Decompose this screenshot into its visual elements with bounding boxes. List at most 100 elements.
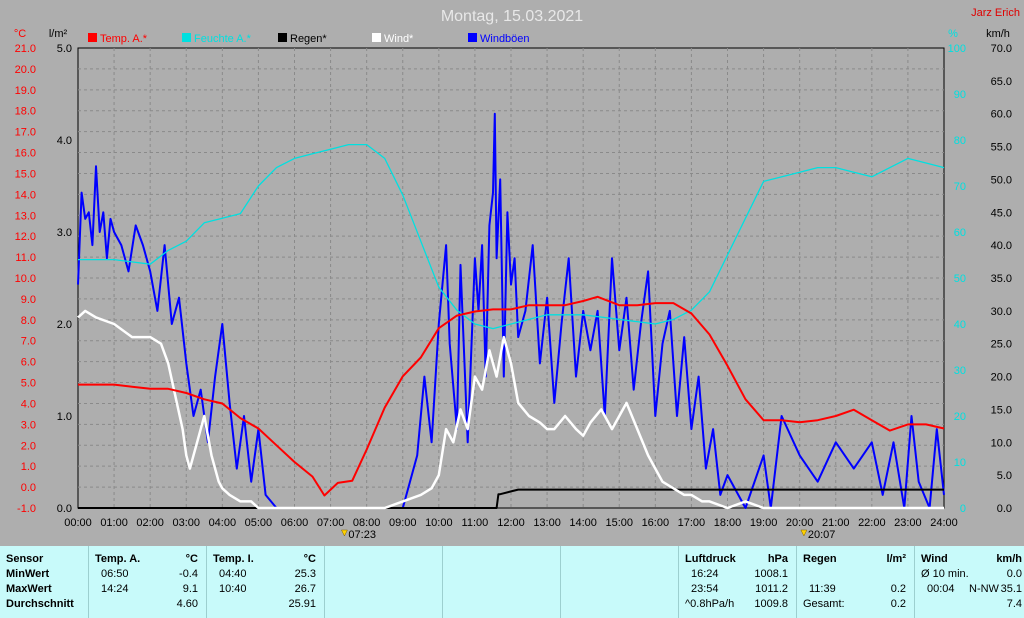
x-tick-label: 15:00 xyxy=(605,517,633,529)
row-label-max: MaxWert xyxy=(6,583,52,595)
wind-tick-label: 25.0 xyxy=(991,339,1012,351)
temp-tick-label: 8.0 xyxy=(21,315,36,327)
temp-i-column: Temp. I. °C 04:40 25.3 10:40 26.7 25.91 xyxy=(206,546,324,618)
wind-header: Wind xyxy=(921,553,948,565)
temp-tick-label: 12.0 xyxy=(15,231,36,243)
temp-tick-label: 10.0 xyxy=(15,273,36,285)
x-tick-label: 04:00 xyxy=(209,517,237,529)
temp-i-unit: °C xyxy=(303,553,316,565)
temp-tick-label: 1.0 xyxy=(21,461,36,473)
temp-tick-label: 2.0 xyxy=(21,440,36,452)
x-tick-label: 13:00 xyxy=(533,517,561,529)
temp-tick-label: 13.0 xyxy=(15,210,36,222)
x-tick-label: 02:00 xyxy=(136,517,164,529)
sun-set-label: 20:07 xyxy=(808,529,836,541)
temp-tick-label: 15.0 xyxy=(15,168,36,180)
x-tick-label: 11:00 xyxy=(462,517,489,529)
temp-a-header: Temp. A. xyxy=(95,553,141,565)
weather-chart: Montag, 15.03.2021 Jarz Erich °C l/m² % … xyxy=(14,7,1020,541)
legend-swatch xyxy=(372,33,381,42)
temp-tick-label: 5.0 xyxy=(21,378,36,390)
wind-tick-label: 40.0 xyxy=(991,240,1012,252)
rain-column: Regen l/m² 11:39 0.2 Gesamt: 0.2 xyxy=(796,546,914,618)
wind-max-direction: N-NW xyxy=(969,583,999,595)
sensor-column: Sensor MinWert MaxWert Durchschnitt xyxy=(0,546,88,618)
rain-tick-label: 1.0 xyxy=(57,411,72,423)
row-label-min: MinWert xyxy=(6,568,50,580)
x-tick-label: 18:00 xyxy=(714,517,742,529)
pressure-min-value: 1008.1 xyxy=(754,568,788,580)
x-tick-label: 19:00 xyxy=(750,517,778,529)
temp-i-min-value: 25.3 xyxy=(294,568,316,580)
wind-tick-label: 35.0 xyxy=(991,273,1012,285)
temp-tick-label: 14.0 xyxy=(15,189,36,201)
pressure-trend: ^0.8hPa/h xyxy=(685,598,735,610)
x-tick-label: 05:00 xyxy=(245,517,273,529)
pressure-min-time: 16:24 xyxy=(691,568,719,580)
temp-tick-label: 9.0 xyxy=(21,294,36,306)
wind-tick-label: 65.0 xyxy=(991,76,1012,88)
pressure-max-value: 1011.2 xyxy=(755,583,788,595)
humidity-tick-label: 0 xyxy=(960,503,966,515)
x-tick-label: 06:00 xyxy=(281,517,309,529)
rain-tick-label: 0.0 xyxy=(57,503,72,515)
humidity-tick-label: 60 xyxy=(954,227,966,239)
temp-i-avg-value: 25.91 xyxy=(288,598,316,610)
humidity-unit-label: % xyxy=(948,28,958,40)
wind-tick-label: 0.0 xyxy=(997,503,1012,515)
temp-i-max-value: 26.7 xyxy=(294,583,316,595)
wind-column: Wind km/h Ø 10 min. 0.0 00:04 N-NW 35.1 … xyxy=(914,546,1024,618)
legend-label: Regen* xyxy=(290,33,327,45)
x-tick-label: 03:00 xyxy=(172,517,200,529)
rain-unit: l/m² xyxy=(886,553,906,565)
rain-tick-label: 3.0 xyxy=(57,227,72,239)
x-tick-label: 00:00 xyxy=(64,517,92,529)
humidity-tick-label: 30 xyxy=(954,365,966,377)
wind-tick-label: 30.0 xyxy=(991,306,1012,318)
pressure-avg-value: 1009.8 xyxy=(754,598,788,610)
temp-tick-label: 20.0 xyxy=(15,64,36,76)
wind-min-value: 0.0 xyxy=(1006,568,1022,580)
wind-tick-label: 70.0 xyxy=(991,43,1012,55)
rain-max-time: 11:39 xyxy=(809,583,836,595)
empty-column-1 xyxy=(324,546,442,618)
humidity-tick-label: 90 xyxy=(954,89,966,101)
pressure-header: Luftdruck xyxy=(685,553,736,565)
x-tick-label: 01:00 xyxy=(100,517,128,529)
legend-swatch xyxy=(468,33,477,42)
x-tick-label: 17:00 xyxy=(678,517,706,529)
legend-label: Windböen xyxy=(480,33,530,45)
wind-avg-label: Ø 10 min. xyxy=(921,568,969,580)
wind-tick-label: 15.0 xyxy=(991,404,1012,416)
temp-i-header: Temp. I. xyxy=(213,553,254,565)
x-tick-label: 08:00 xyxy=(353,517,381,529)
x-tick-label: 20:00 xyxy=(786,517,814,529)
temp-a-unit: °C xyxy=(185,553,198,565)
temp-tick-label: 11.0 xyxy=(15,252,36,264)
x-tick-label: 23:00 xyxy=(894,517,922,529)
sun-set-icon xyxy=(800,529,808,537)
rain-total-label: Gesamt: xyxy=(803,598,845,610)
rain-total-value: 0.2 xyxy=(890,598,906,610)
x-tick-label: 24:00 xyxy=(930,517,958,529)
temp-tick-label: 0.0 xyxy=(21,482,36,494)
rain-header: Regen xyxy=(803,553,837,565)
temp-tick-label: 6.0 xyxy=(21,357,36,369)
temp-tick-label: 16.0 xyxy=(15,148,36,160)
wind-tick-label: 55.0 xyxy=(991,142,1012,154)
legend-label: Feuchte A.* xyxy=(194,33,252,45)
rain-unit-label: l/m² xyxy=(49,28,68,40)
temp-a-max-time: 14:24 xyxy=(101,583,129,595)
wind-tick-label: 45.0 xyxy=(991,207,1012,219)
x-tick-label: 16:00 xyxy=(642,517,670,529)
x-tick-label: 21:00 xyxy=(822,517,850,529)
temp-tick-label: 18.0 xyxy=(15,106,36,118)
temp-a-avg-value: 4.60 xyxy=(176,598,198,610)
x-tick-label: 10:00 xyxy=(425,517,453,529)
legend-label: Temp. A.* xyxy=(100,33,148,45)
empty-column-3 xyxy=(560,546,678,618)
legend-swatch xyxy=(88,33,97,42)
humidity-tick-label: 100 xyxy=(948,43,966,55)
chart-legend: Temp. A.* Feuchte A.* Regen* Wind* Windböen xyxy=(88,33,530,45)
x-tick-label: 09:00 xyxy=(389,517,417,529)
